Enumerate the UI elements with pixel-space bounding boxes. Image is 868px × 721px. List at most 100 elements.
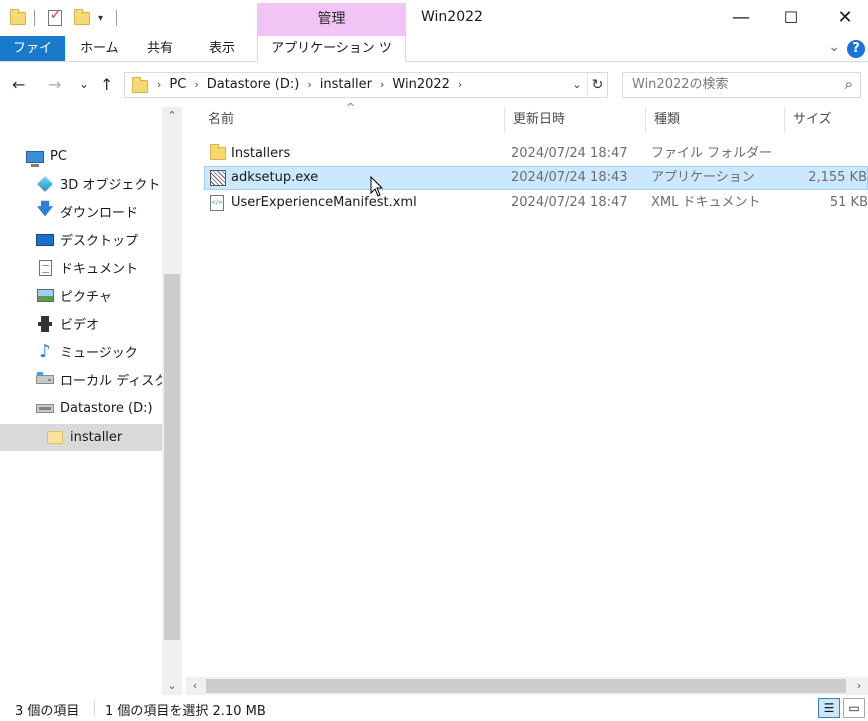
sidebar-item-label: PC <box>50 149 67 164</box>
tab-share[interactable]: 共有 <box>137 36 183 61</box>
column-header-size[interactable]: サイズ <box>785 107 868 133</box>
sidebar-item-documents[interactable]: ドキュメント <box>0 254 162 281</box>
local-disk-icon <box>36 372 54 388</box>
sidebar-item-datastore[interactable]: Datastore (D:) <box>0 395 162 422</box>
sidebar-item-local-disk[interactable]: ローカル ディスク (C <box>0 366 162 393</box>
table-row[interactable]: adksetup.exe 2024/07/24 18:43 アプリケーション 2… <box>204 166 868 190</box>
column-header-modified[interactable]: 更新日時 <box>505 107 645 133</box>
file-type: アプリケーション <box>651 170 755 185</box>
pictures-icon <box>36 288 54 304</box>
download-icon: 🡇 <box>36 199 54 218</box>
sidebar-item-pictures[interactable]: ピクチャ <box>0 282 162 309</box>
customize-toolbar-icon[interactable]: ▾ <box>98 8 103 28</box>
breadcrumb-separator-icon[interactable]: › <box>192 73 200 97</box>
xml-icon: </> <box>210 195 224 211</box>
breadcrumb-separator-icon[interactable]: › <box>305 73 313 97</box>
status-item-count: 3 個の項目 <box>15 704 80 719</box>
quick-access-separator-2 <box>116 8 117 28</box>
breadcrumb-datastore[interactable]: Datastore (D:) <box>201 73 306 97</box>
scrollbar-thumb[interactable] <box>164 274 180 640</box>
address-folder-icon <box>132 77 148 93</box>
back-button[interactable]: ← <box>12 75 25 94</box>
new-folder-icon[interactable] <box>74 8 90 28</box>
file-list: ^ 名前 更新日時 種類 サイズ Installers 2024/07/24 1… <box>186 101 868 677</box>
column-header-type[interactable]: 種類 <box>646 107 784 133</box>
folder-icon <box>210 144 226 160</box>
breadcrumb-win2022[interactable]: Win2022 <box>386 73 456 97</box>
sidebar-item-desktop[interactable]: デスクトップ <box>0 226 162 253</box>
up-button[interactable]: ↑ <box>100 75 113 94</box>
scroll-down-icon[interactable]: ⌄ <box>162 677 182 695</box>
folder-icon <box>46 430 64 446</box>
sidebar-item-label: ミュージック <box>60 346 138 361</box>
file-name: adksetup.exe <box>231 170 319 185</box>
breadcrumb-pc[interactable]: PC <box>163 73 192 97</box>
ribbon-tabs: ファイル ホーム 共有 表示 アプリケーション ツール ⌄ ? <box>0 36 868 81</box>
close-button[interactable]: ✕ <box>822 0 868 34</box>
pc-icon <box>26 149 44 167</box>
sidebar-item-downloads[interactable]: 🡇 ダウンロード <box>0 198 162 225</box>
breadcrumb: › PC › Datastore (D:) › installer › Win2… <box>155 73 464 97</box>
column-header-name[interactable]: 名前 <box>200 107 504 133</box>
file-type: ファイル フォルダー <box>651 146 773 161</box>
search-input[interactable]: Win2022の検索 ⌕ <box>622 72 861 98</box>
sidebar-item-music[interactable]: ♪ ミュージック <box>0 338 162 365</box>
forward-button[interactable]: → <box>48 75 61 94</box>
documents-icon <box>36 259 54 276</box>
quick-access-separator <box>34 8 35 28</box>
expand-ribbon-chevron-icon[interactable]: ⌄ <box>828 39 840 55</box>
search-placeholder: Win2022の検索 <box>632 77 729 92</box>
recent-locations-button[interactable]: ⌄ <box>79 77 89 91</box>
file-modified: 2024/07/24 18:43 <box>511 170 628 185</box>
sidebar-item-label: デスクトップ <box>60 234 139 249</box>
breadcrumb-separator-icon[interactable]: › <box>456 73 464 97</box>
tab-home[interactable]: ホーム <box>70 36 129 61</box>
sidebar-item-label: ダウンロード <box>60 206 139 221</box>
sidebar-item-installer[interactable]: installer <box>0 424 162 451</box>
file-modified: 2024/07/24 18:47 <box>511 146 628 161</box>
scroll-right-icon[interactable]: › <box>850 677 868 695</box>
title-bar: ▾ 管理 Win2022 — ☐ ✕ <box>0 0 868 36</box>
tab-application-tools[interactable]: アプリケーション ツール <box>257 36 406 81</box>
window-title: Win2022 <box>421 9 483 25</box>
manage-context-tab[interactable]: 管理 <box>257 3 406 36</box>
table-row[interactable]: Installers 2024/07/24 18:47 ファイル フォルダー <box>204 142 868 166</box>
mouse-cursor-icon <box>370 176 384 197</box>
quick-access-folder-icon[interactable] <box>10 8 26 28</box>
table-row[interactable]: </> UserExperienceManifest.xml 2024/07/2… <box>204 191 868 215</box>
breadcrumb-separator-icon[interactable]: › <box>155 73 163 97</box>
sidebar-item-3d-objects[interactable]: 3D オブジェクト <box>0 170 162 197</box>
navigation-bar: ← → ⌄ ↑ › PC › Datastore (D:) › installe… <box>0 62 868 107</box>
videos-icon <box>36 315 54 332</box>
scrollbar-thumb[interactable] <box>206 679 846 693</box>
horizontal-scrollbar[interactable]: ‹ › <box>186 677 868 695</box>
navigation-pane: PC 3D オブジェクト 🡇 ダウンロード デスクトップ ドキュメント ピクチャ… <box>0 107 182 695</box>
sidebar-item-videos[interactable]: ビデオ <box>0 310 162 337</box>
file-type: XML ドキュメント <box>651 195 761 210</box>
minimize-button[interactable]: — <box>718 0 764 34</box>
tab-file[interactable]: ファイル <box>0 36 65 81</box>
sidebar-item-pc[interactable]: PC <box>0 143 162 170</box>
sidebar-item-label: 3D オブジェクト <box>60 178 161 193</box>
sidebar-item-label: installer <box>70 430 123 445</box>
sidebar-item-label: ピクチャ <box>60 290 112 305</box>
address-bar[interactable]: › PC › Datastore (D:) › installer › Win2… <box>124 72 608 98</box>
status-bar: 3 個の項目 1 個の項目を選択 2.10 MB ☰ ▭ <box>0 695 868 721</box>
breadcrumb-installer[interactable]: installer <box>314 73 378 97</box>
address-dropdown-chevron-icon[interactable]: ⌄ <box>569 73 585 97</box>
navigation-scrollbar[interactable]: ⌃ ⌄ <box>162 107 182 695</box>
scroll-left-icon[interactable]: ‹ <box>186 677 204 695</box>
sidebar-item-label: ビデオ <box>60 318 100 333</box>
scroll-up-icon[interactable]: ⌃ <box>162 107 182 125</box>
maximize-button[interactable]: ☐ <box>768 0 814 34</box>
file-size: 2,155 KB <box>808 170 867 185</box>
help-icon[interactable]: ? <box>847 40 865 58</box>
breadcrumb-separator-icon[interactable]: › <box>378 73 386 97</box>
properties-icon[interactable] <box>48 8 62 28</box>
refresh-icon[interactable]: ↻ <box>587 73 607 97</box>
tab-view[interactable]: 表示 <box>199 36 245 61</box>
details-view-icon[interactable]: ☰ <box>818 698 840 718</box>
large-icons-view-icon[interactable]: ▭ <box>843 698 865 718</box>
search-icon[interactable]: ⌕ <box>845 75 853 93</box>
file-size: 51 KB <box>829 195 868 210</box>
